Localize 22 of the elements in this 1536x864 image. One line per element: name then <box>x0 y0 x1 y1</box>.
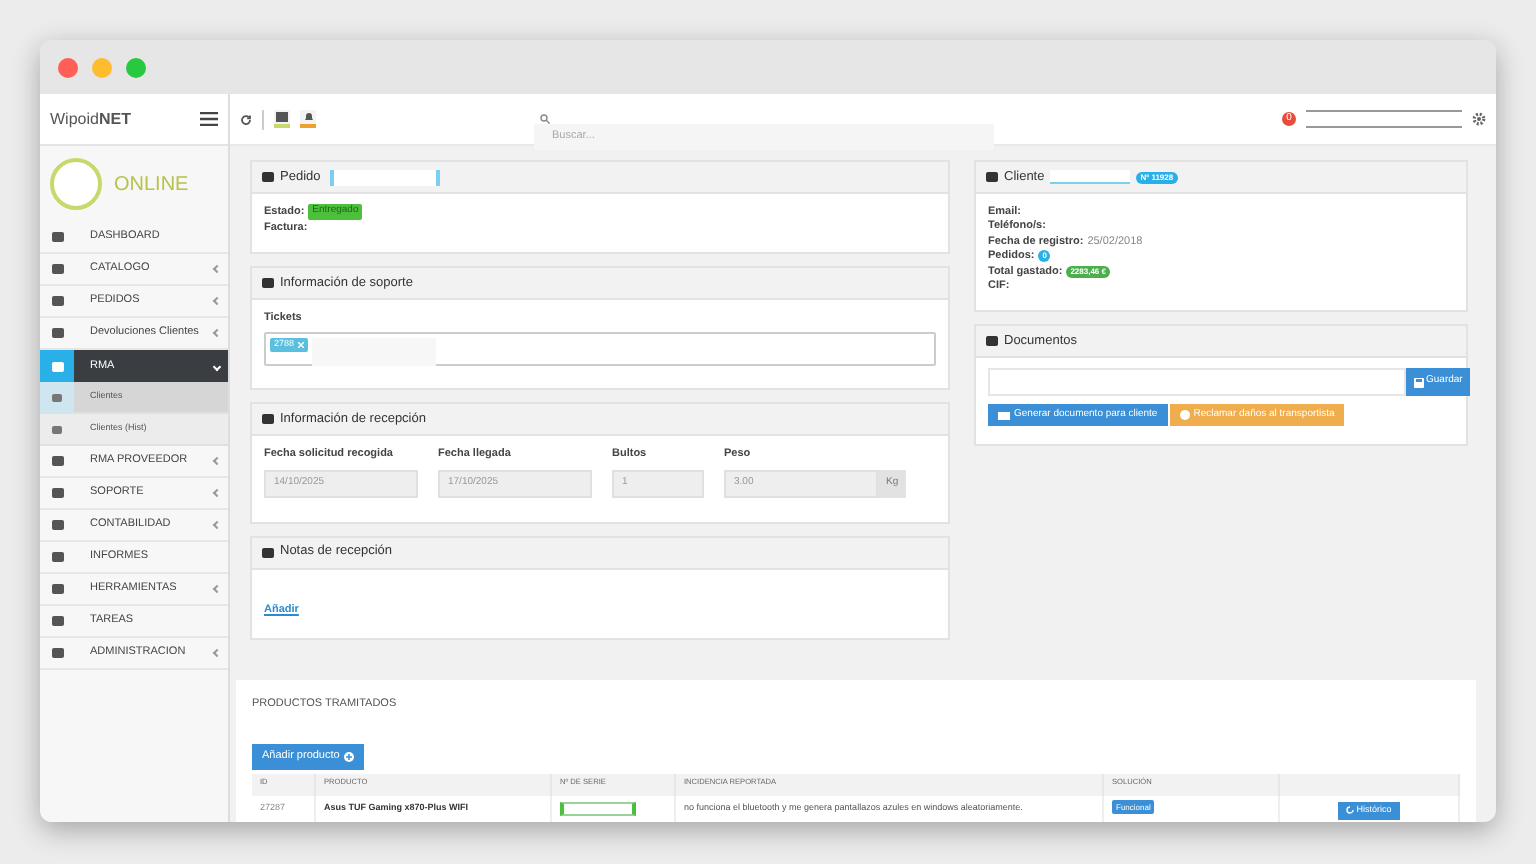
search-icon <box>540 114 550 124</box>
chevron-icon <box>212 520 222 530</box>
plus-icon <box>343 751 354 762</box>
chevron-icon <box>212 361 222 371</box>
status-text: ONLINE <box>114 171 189 199</box>
chevron-icon <box>212 488 222 498</box>
settings-icon[interactable] <box>1472 112 1486 126</box>
chevron-icon <box>212 456 222 466</box>
refresh-icon[interactable] <box>240 113 252 125</box>
redacted-block <box>330 169 441 185</box>
chevron-icon <box>212 296 222 306</box>
chevron-icon <box>212 264 222 274</box>
floppy-disk-icon <box>1414 377 1424 387</box>
file-field[interactable] <box>988 368 1406 396</box>
serial-field <box>560 801 636 816</box>
chevron-icon <box>212 328 222 338</box>
chevron-icon <box>212 648 222 658</box>
bell-icon[interactable] <box>300 110 316 128</box>
chevron-icon <box>212 584 222 594</box>
redacted-block <box>1050 170 1131 184</box>
menu-icon[interactable] <box>200 112 218 126</box>
logo-text: WipoidNET <box>50 107 131 131</box>
